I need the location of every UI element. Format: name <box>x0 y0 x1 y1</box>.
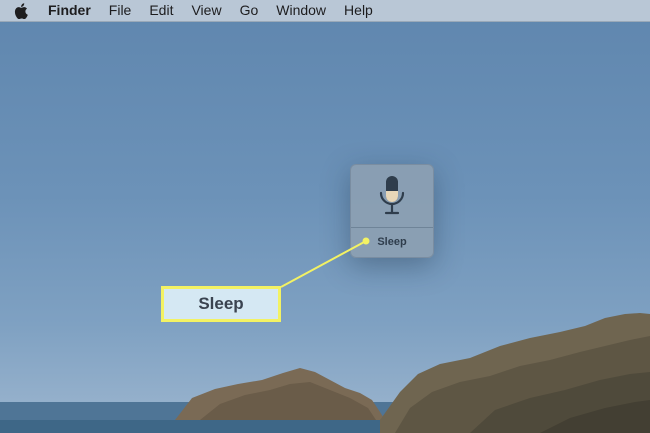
microphone-area[interactable] <box>351 165 433 227</box>
mountain-coast-landscape <box>0 313 650 433</box>
dictation-panel[interactable]: Sleep <box>350 164 434 258</box>
menu-help[interactable]: Help <box>344 0 373 21</box>
menu-edit[interactable]: Edit <box>149 0 173 21</box>
dictation-status-label: Sleep <box>377 236 407 248</box>
desktop-wallpaper <box>0 0 650 433</box>
menu-view[interactable]: View <box>191 0 221 21</box>
menu-go[interactable]: Go <box>240 0 259 21</box>
menu-bar: Finder File Edit View Go Window Help <box>0 0 650 22</box>
microphone-icon <box>379 176 405 215</box>
annotation-callout: Sleep <box>161 286 281 322</box>
menu-window[interactable]: Window <box>276 0 326 21</box>
menu-file[interactable]: File <box>109 0 132 21</box>
menu-finder[interactable]: Finder <box>48 0 91 21</box>
apple-logo-icon[interactable] <box>14 2 30 19</box>
